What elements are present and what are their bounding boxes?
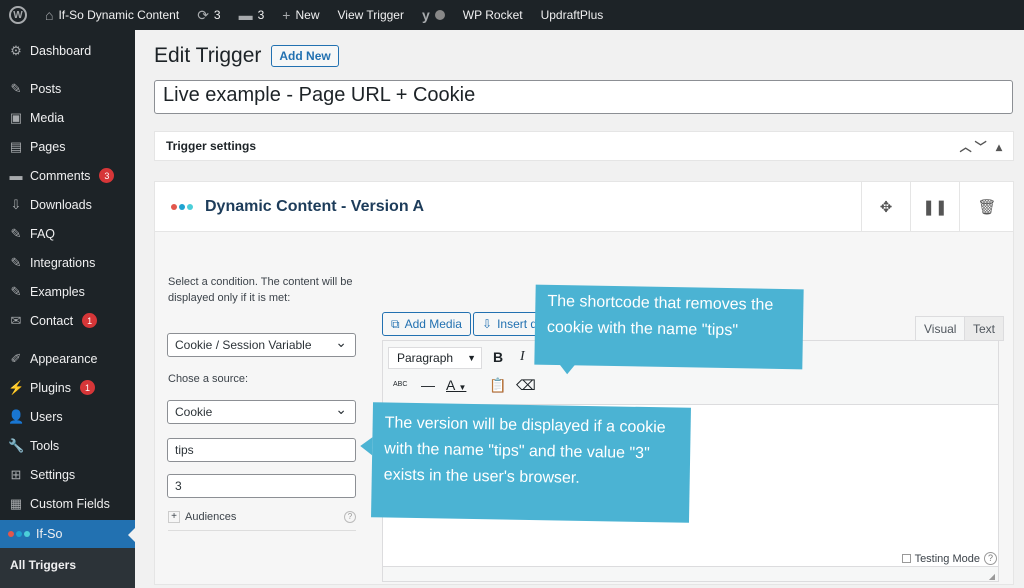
sidebar-item-pages[interactable]: ▤ Pages bbox=[0, 132, 135, 161]
editor-statusbar: ◢ bbox=[383, 566, 998, 581]
resize-handle-icon[interactable]: ◢ bbox=[989, 572, 995, 581]
strikethrough-icon[interactable]: ABC bbox=[393, 381, 407, 388]
italic-icon[interactable]: I bbox=[520, 349, 525, 365]
media-icon: ⧉ bbox=[391, 316, 400, 331]
menu-icon: ⚙ bbox=[10, 42, 22, 58]
updates-icon: ⟳ bbox=[197, 6, 209, 23]
site-link[interactable]: ⌂ If-So Dynamic Content bbox=[36, 0, 188, 30]
trigger-settings-title: Trigger settings bbox=[166, 139, 257, 153]
checkbox[interactable] bbox=[901, 554, 911, 563]
sidebar-item-examples[interactable]: ✎ Examples bbox=[0, 277, 135, 306]
menu-icon: ▣ bbox=[9, 109, 23, 125]
menu-icon: ▦ bbox=[9, 495, 23, 511]
new-link[interactable]: + New bbox=[273, 0, 328, 30]
menu-icon: ⊞ bbox=[10, 466, 22, 482]
menu-icon: ✉ bbox=[10, 312, 22, 328]
help-icon[interactable]: ? bbox=[344, 511, 356, 523]
menu-icon: ✎ bbox=[10, 283, 22, 299]
count-badge: 1 bbox=[80, 380, 95, 395]
sidebar: ⚙ Dashboard ✎ Posts ▣ Media ▤ Pages ▬ Comments 3 ⇩ D… bbox=[0, 30, 135, 588]
page-title: Edit Trigger bbox=[154, 44, 262, 67]
sidebar-sub-all-triggers[interactable]: All Triggers bbox=[0, 548, 135, 588]
paste-text-icon[interactable]: 📋 bbox=[489, 377, 506, 394]
menu-icon: ✎ bbox=[10, 225, 22, 241]
panel-arrows-icon[interactable]: ︿﹀ ▴ bbox=[960, 138, 1005, 155]
wp-rocket-link[interactable]: WP Rocket bbox=[454, 0, 532, 30]
sidebar-item-integrations[interactable]: ✎ Integrations bbox=[0, 248, 135, 277]
admin-bar: W ⌂ If-So Dynamic Content ⟳ 3 ▬ 3 + New View… bbox=[0, 0, 1024, 30]
count-badge: 3 bbox=[99, 168, 115, 183]
updraftplus-link[interactable]: UpdraftPlus bbox=[532, 0, 613, 30]
source-select[interactable]: Cookie bbox=[167, 400, 356, 424]
sidebar-item-appearance[interactable]: ✐ Appearance bbox=[0, 344, 135, 373]
menu-icon: ⚡ bbox=[8, 379, 25, 395]
download-icon: ⇩ bbox=[482, 317, 493, 331]
if-so-logo-icon bbox=[171, 203, 193, 210]
yoast-link[interactable]: y bbox=[413, 0, 454, 30]
sidebar-item-comments[interactable]: ▬ Comments 3 bbox=[0, 161, 135, 190]
pause-icon[interactable]: ❚❚ bbox=[910, 182, 959, 232]
status-dot-icon bbox=[434, 10, 445, 20]
help-icon[interactable]: ? bbox=[984, 552, 997, 565]
if-so-logo-icon bbox=[8, 531, 30, 537]
clear-format-icon[interactable]: ⌫ bbox=[516, 377, 536, 394]
yoast-icon: y bbox=[421, 7, 430, 23]
callout-version: The version will be displayed if a cooki… bbox=[360, 402, 691, 523]
audiences-toggle[interactable]: + Audiences? bbox=[168, 511, 356, 531]
sidebar-item-contact[interactable]: ✉ Contact 1 bbox=[0, 306, 135, 335]
add-media-button[interactable]: ⧉ Add Media bbox=[382, 312, 471, 336]
trash-icon[interactable]: 🗑 bbox=[959, 182, 1014, 232]
horizontal-line-icon[interactable]: — bbox=[421, 377, 435, 393]
add-new-button[interactable]: Add New bbox=[271, 45, 339, 67]
comment-icon: ▬ bbox=[238, 7, 253, 23]
sidebar-item-plugins[interactable]: ⚡ Plugins 1 bbox=[0, 373, 135, 402]
version-box: Dynamic Content - Version A ✥ ❚❚ 🗑 Selec… bbox=[154, 181, 1014, 585]
sidebar-item-settings[interactable]: ⊞ Settings bbox=[0, 460, 135, 489]
trigger-settings-panel[interactable]: Trigger settings ︿﹀ ▴ bbox=[154, 131, 1014, 161]
wordpress-logo-icon[interactable]: W bbox=[0, 0, 36, 30]
plus-icon: + bbox=[282, 7, 291, 23]
sidebar-item-if-so[interactable]: If-So bbox=[0, 520, 135, 548]
post-title-input[interactable]: Live example - Page URL + Cookie bbox=[154, 80, 1013, 114]
cookie-name-input[interactable]: tips bbox=[167, 438, 356, 462]
menu-icon: ✐ bbox=[10, 350, 22, 366]
format-select[interactable]: Paragraph ▼ bbox=[388, 347, 482, 369]
cookie-value-input[interactable]: 3 bbox=[167, 474, 356, 498]
menu-icon: ✎ bbox=[10, 80, 22, 96]
sidebar-item-downloads[interactable]: ⇩ Downloads bbox=[0, 190, 135, 219]
plus-icon: + bbox=[168, 511, 180, 523]
view-trigger-link[interactable]: View Trigger bbox=[329, 0, 413, 30]
menu-icon: ▤ bbox=[9, 138, 23, 154]
condition-label: Select a condition. The content will be … bbox=[168, 276, 353, 304]
tab-text[interactable]: Text bbox=[964, 316, 1005, 341]
count-badge: 1 bbox=[82, 313, 98, 328]
source-label: Chose a source: bbox=[168, 373, 249, 385]
menu-icon: ✎ bbox=[10, 254, 22, 270]
text-color-icon[interactable]: A ▼ bbox=[446, 377, 466, 393]
bold-icon[interactable]: B bbox=[493, 349, 503, 365]
testing-mode-toggle[interactable]: Testing Mode? bbox=[901, 552, 997, 565]
comments-link[interactable]: ▬ 3 bbox=[230, 0, 274, 30]
sidebar-item-dashboard[interactable]: ⚙ Dashboard bbox=[0, 36, 135, 65]
menu-icon: 🔧 bbox=[8, 437, 25, 453]
sidebar-item-media[interactable]: ▣ Media bbox=[0, 103, 135, 132]
menu-icon: ▬ bbox=[9, 168, 23, 183]
sidebar-item-custom-fields[interactable]: ▦ Custom Fields bbox=[0, 489, 135, 518]
callout-shortcode: The shortcode that removes the cookie wi… bbox=[534, 284, 804, 375]
version-title: Dynamic Content - Version A bbox=[205, 197, 424, 215]
sidebar-item-faq[interactable]: ✎ FAQ bbox=[0, 219, 135, 248]
tab-visual[interactable]: Visual bbox=[915, 316, 966, 341]
home-icon: ⌂ bbox=[45, 7, 54, 23]
sidebar-item-posts[interactable]: ✎ Posts bbox=[0, 74, 135, 103]
updates-link[interactable]: ⟳ 3 bbox=[188, 0, 229, 30]
condition-select[interactable]: Cookie / Session Variable bbox=[167, 333, 356, 357]
sidebar-item-users[interactable]: 👤 Users bbox=[0, 402, 135, 431]
sidebar-item-tools[interactable]: 🔧 Tools bbox=[0, 431, 135, 460]
move-icon[interactable]: ✥ bbox=[861, 182, 910, 232]
menu-icon: 👤 bbox=[8, 408, 25, 424]
menu-icon: ⇩ bbox=[10, 196, 22, 212]
